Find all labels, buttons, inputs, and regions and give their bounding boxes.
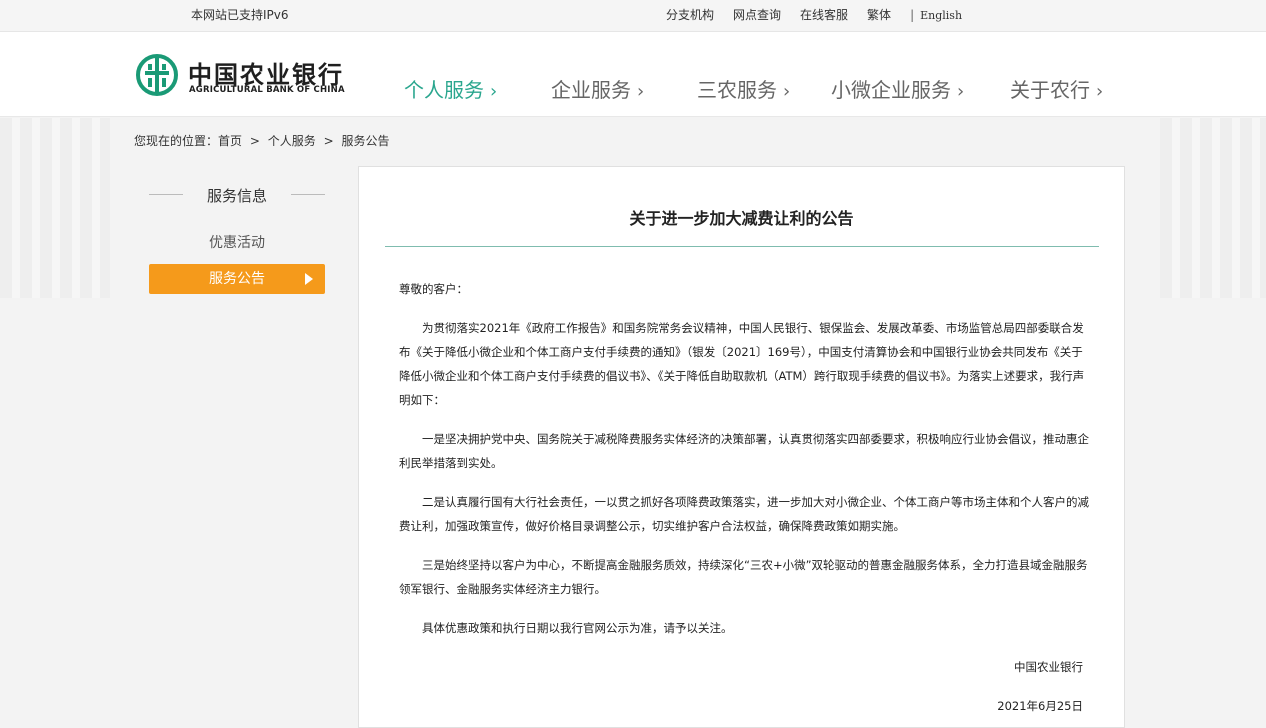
nav-personal-services[interactable]: 个人服务 ›: [404, 74, 497, 103]
article-body: 尊敬的客户： 为贯彻落实2021年《政府工作报告》和国务院常务会议精神，中国人民…: [399, 277, 1089, 655]
nav-label: 关于农行: [1010, 78, 1090, 102]
nav-label: 小微企业服务: [831, 78, 951, 102]
sidebar-item-label: 优惠活动: [209, 235, 265, 251]
chevron-right-icon: ›: [637, 81, 645, 102]
nav-about-abc[interactable]: 关于农行 ›: [1010, 74, 1103, 103]
logo-english-name: AGRICULTURAL BANK OF CHINA: [189, 85, 345, 95]
nav-label: 三农服务: [697, 78, 777, 102]
sidebar-item-promotions[interactable]: 优惠活动: [149, 228, 325, 258]
article-date: 2021年6月25日: [997, 699, 1083, 713]
breadcrumb-prefix: 您现在的位置：: [134, 134, 219, 148]
article-title: 关于进一步加大减费让利的公告: [629, 209, 854, 228]
breadcrumb-home[interactable]: 首页: [218, 134, 242, 148]
online-service-link[interactable]: 在线客服: [800, 0, 848, 31]
traditional-chinese-link[interactable]: 繁体: [867, 0, 891, 31]
sidebar-item-service-notices[interactable]: 服务公告: [149, 264, 325, 294]
link-separator: |: [910, 8, 915, 22]
top-links: 分支机构 网点查询 在线客服 繁体 | English: [666, 0, 962, 31]
article-paragraph: 一是坚决拥护党中央、国务院关于减税降费服务实体经济的决策部署，认真贯彻落实四部委…: [399, 432, 1089, 470]
breadcrumb-personal-services[interactable]: 个人服务: [268, 134, 316, 148]
nav-rural-services[interactable]: 三农服务 ›: [697, 74, 790, 103]
sidebar: 服务信息 优惠活动 服务公告: [149, 178, 325, 294]
nav-small-business-services[interactable]: 小微企业服务 ›: [831, 74, 964, 103]
english-link[interactable]: English: [920, 0, 962, 31]
divider: [291, 194, 325, 195]
article-panel: 关于进一步加大减费让利的公告 尊敬的客户： 为贯彻落实2021年《政府工作报告》…: [358, 166, 1125, 728]
sidebar-item-label: 服务公告: [209, 271, 265, 287]
breadcrumb-separator: >: [249, 134, 260, 148]
article-paragraph: 二是认真履行国有大行社会责任，一以贯之抓好各项降费政策落实，进一步加大对小微企业…: [399, 495, 1089, 533]
abc-logo-icon: [136, 54, 178, 96]
outlet-search-link[interactable]: 网点查询: [733, 0, 781, 31]
article-paragraph: 为贯彻落实2021年《政府工作报告》和国务院常务会议精神，中国人民银行、银保监会…: [399, 321, 1085, 407]
background-decoration: [1160, 118, 1266, 298]
nav-label: 企业服务: [551, 78, 631, 102]
background-decoration: [0, 118, 110, 298]
nav-label: 个人服务: [404, 78, 484, 102]
site-header: 中国农业银行 AGRICULTURAL BANK OF CHINA 个人服务 › …: [0, 32, 1266, 117]
sidebar-header: 服务信息: [149, 178, 325, 212]
chevron-right-icon: ›: [783, 81, 791, 102]
bank-logo[interactable]: 中国农业银行 AGRICULTURAL BANK OF CHINA: [136, 54, 366, 98]
triangle-right-icon: [305, 273, 313, 285]
article-paragraph: 三是始终坚持以客户为中心，不断提高金融服务质效，持续深化“三农+小微”双轮驱动的…: [399, 558, 1088, 596]
top-utility-bar: 本网站已支持IPv6 分支机构 网点查询 在线客服 繁体 | English: [0, 0, 1266, 32]
nav-corporate-services[interactable]: 企业服务 ›: [551, 74, 644, 103]
article-paragraph: 具体优惠政策和执行日期以我行官网公示为准，请予以关注。: [422, 621, 733, 635]
breadcrumb-current: 服务公告: [341, 134, 390, 148]
ipv6-notice: 本网站已支持IPv6: [191, 8, 289, 22]
article-signature: 中国农业银行: [1014, 660, 1083, 674]
branch-link[interactable]: 分支机构: [666, 0, 714, 31]
article-greeting: 尊敬的客户：: [399, 282, 468, 296]
chevron-right-icon: ›: [957, 81, 965, 102]
breadcrumb-separator: >: [323, 134, 334, 148]
title-divider: [385, 246, 1099, 247]
breadcrumb: 您现在的位置：首页 > 个人服务 > 服务公告: [134, 132, 394, 149]
sidebar-title: 服务信息: [206, 187, 267, 205]
chevron-right-icon: ›: [1096, 81, 1104, 102]
chevron-right-icon: ›: [490, 81, 498, 102]
